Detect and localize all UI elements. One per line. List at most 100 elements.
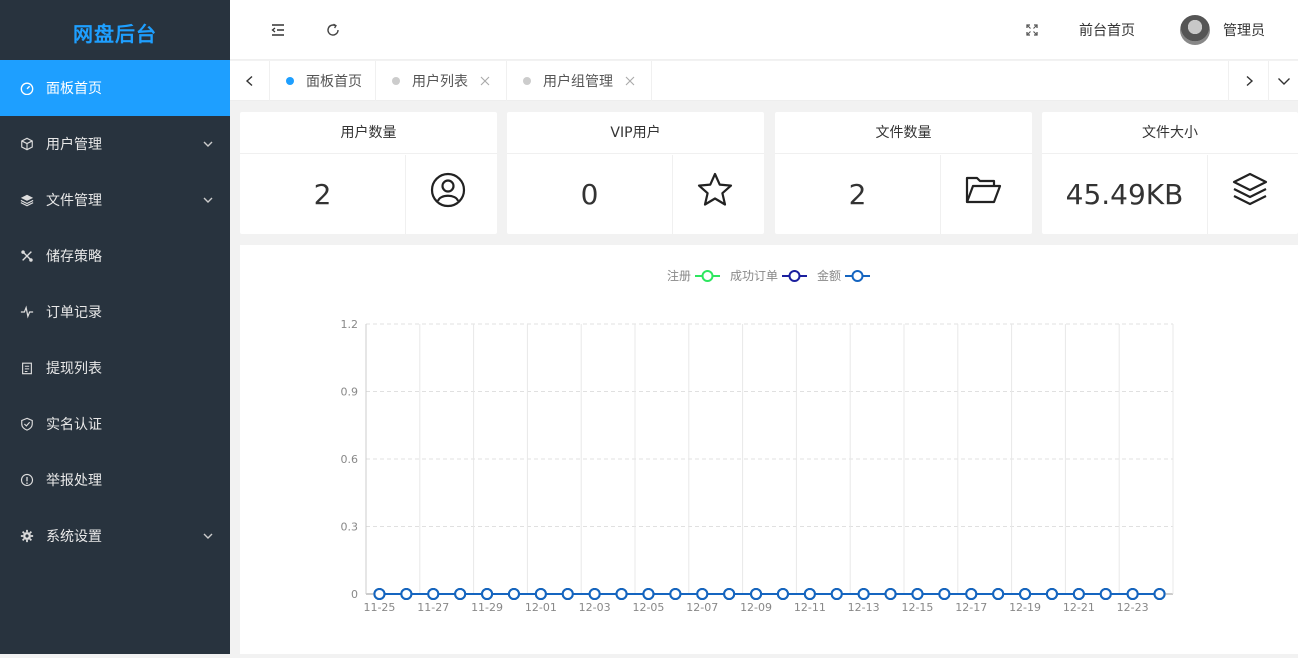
- stat-card-vip: VIP用户 0: [507, 112, 764, 234]
- chevron-down-icon: [1277, 78, 1290, 85]
- tab-user-list[interactable]: 用户列表: [376, 61, 507, 101]
- sidebar-item-label: 用户管理: [46, 137, 102, 153]
- card-value: 2: [240, 155, 406, 234]
- sidebar-item-realname-auth[interactable]: 实名认证: [0, 396, 230, 452]
- sidebar-item-withdrawals[interactable]: 提现列表: [0, 340, 230, 396]
- card-value: 45.49KB: [1042, 155, 1208, 234]
- data-point: [642, 588, 655, 600]
- info-icon: [20, 473, 34, 487]
- sidebar-item-dashboard[interactable]: 面板首页: [0, 60, 230, 116]
- y-tick-label: 0.9: [341, 386, 359, 399]
- tabs-bar: 面板首页 用户列表 用户组管理: [230, 61, 1298, 101]
- front-home-link[interactable]: 前台首页: [1079, 20, 1135, 40]
- chevron-right-icon: [1246, 75, 1253, 87]
- stat-card-files: 文件数量 2: [775, 112, 1032, 234]
- legend-swatch-marker: [851, 270, 864, 282]
- x-tick-label: 11-27: [417, 601, 449, 614]
- x-tick-label: 11-29: [471, 601, 503, 614]
- data-point: [965, 588, 978, 600]
- star-icon: [697, 172, 733, 206]
- data-point: [696, 588, 709, 600]
- collapse-menu-icon[interactable]: [268, 20, 288, 40]
- data-point: [750, 588, 763, 600]
- sidebar-item-file-management[interactable]: 文件管理: [0, 172, 230, 228]
- gear-icon: [20, 529, 34, 543]
- chevron-down-icon: [203, 197, 213, 203]
- y-tick-label: 0: [351, 588, 358, 601]
- data-point: [1045, 588, 1058, 600]
- data-point: [857, 588, 870, 600]
- chevron-down-icon: [203, 141, 213, 147]
- tabs-scroll-right[interactable]: [1228, 61, 1268, 101]
- x-tick-label: 12-05: [632, 601, 664, 614]
- tabs-dropdown[interactable]: [1268, 61, 1298, 101]
- layers-icon: [1232, 172, 1268, 206]
- sidebar-item-reports[interactable]: 举报处理: [0, 452, 230, 508]
- tools-icon: [20, 249, 34, 263]
- sidebar-item-label: 面板首页: [46, 81, 102, 97]
- data-point: [992, 588, 1005, 600]
- tab-user-group[interactable]: 用户组管理: [507, 61, 652, 101]
- close-icon[interactable]: [480, 76, 490, 86]
- sidebar-item-label: 实名认证: [46, 417, 102, 433]
- tab-label: 用户列表: [412, 74, 468, 90]
- data-point: [400, 588, 413, 600]
- app-logo: 网盘后台: [73, 22, 157, 46]
- data-point: [911, 588, 924, 600]
- tabs-scroll-left[interactable]: [230, 61, 270, 101]
- x-tick-label: 12-19: [1009, 601, 1041, 614]
- clipboard-icon: [20, 361, 34, 375]
- close-icon[interactable]: [625, 76, 635, 86]
- data-point: [776, 588, 789, 600]
- chevron-left-icon: [245, 75, 252, 87]
- data-point: [938, 588, 951, 600]
- data-point: [1153, 588, 1166, 600]
- sidebar-item-label: 文件管理: [46, 193, 102, 209]
- layers-icon: [20, 193, 34, 207]
- sidebar-item-user-management[interactable]: 用户管理: [0, 116, 230, 172]
- y-tick-label: 0.6: [341, 453, 359, 466]
- data-point: [588, 588, 601, 600]
- x-tick-label: 12-07: [686, 601, 718, 614]
- card-title: VIP用户: [507, 112, 764, 154]
- card-title: 用户数量: [240, 112, 497, 154]
- data-point: [615, 588, 628, 600]
- user-name[interactable]: 管理员: [1223, 20, 1265, 40]
- chevron-down-icon: [203, 533, 213, 539]
- y-tick-label: 1.2: [341, 318, 359, 331]
- sidebar-item-system-settings[interactable]: 系统设置: [0, 508, 230, 564]
- tab-dot: [523, 77, 531, 85]
- tab-dashboard[interactable]: 面板首页: [270, 61, 376, 101]
- top-header: 前台首页 管理员: [230, 0, 1298, 60]
- data-point: [723, 588, 736, 600]
- x-tick-label: 12-13: [848, 601, 880, 614]
- sidebar-item-label: 举报处理: [46, 473, 102, 489]
- legend-swatch-marker: [701, 270, 714, 282]
- sidebar-item-label: 系统设置: [46, 529, 102, 545]
- sidebar-item-order-records[interactable]: 订单记录: [0, 284, 230, 340]
- data-point: [427, 588, 440, 600]
- data-point: [481, 588, 494, 600]
- x-tick-label: 12-15: [901, 601, 933, 614]
- x-tick-label: 12-23: [1117, 601, 1149, 614]
- fullscreen-icon[interactable]: [1022, 20, 1042, 40]
- card-value: 0: [507, 155, 673, 234]
- sidebar-item-storage-policy[interactable]: 储存策略: [0, 228, 230, 284]
- avatar[interactable]: [1180, 15, 1210, 45]
- x-tick-label: 12-09: [740, 601, 772, 614]
- card-title: 文件数量: [775, 112, 1032, 154]
- legend-label: 成功订单: [730, 269, 778, 283]
- tab-dot: [392, 77, 400, 85]
- stat-card-users: 用户数量 2: [240, 112, 497, 234]
- legend-swatch-marker: [788, 270, 801, 282]
- legend-label: 金额: [817, 268, 841, 283]
- y-tick-label: 0.3: [341, 521, 359, 534]
- x-tick-label: 11-25: [363, 601, 395, 614]
- x-tick-label: 12-01: [525, 601, 557, 614]
- pulse-icon: [20, 305, 34, 319]
- cube-icon: [20, 137, 34, 151]
- refresh-icon[interactable]: [323, 20, 343, 40]
- x-tick-label: 12-03: [579, 601, 611, 614]
- stat-card-size: 文件大小 45.49KB: [1042, 112, 1298, 234]
- folder-open-icon: [965, 176, 1002, 204]
